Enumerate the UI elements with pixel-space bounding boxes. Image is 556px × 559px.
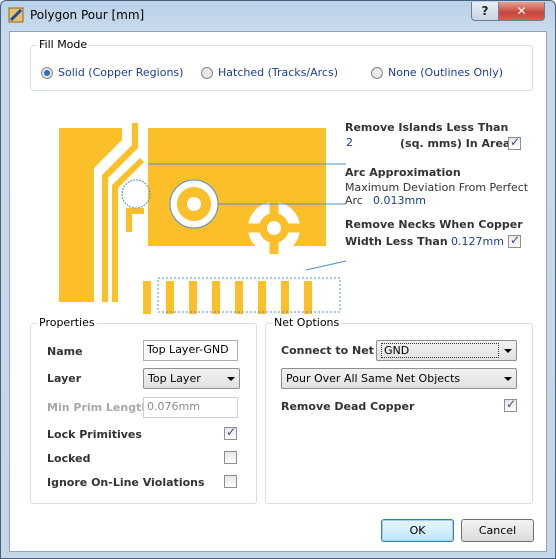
radio-solid-label: Solid (Copper Regions) [58,66,184,79]
connect-to-net-value: GND [381,343,499,358]
dialog-window: Polygon Pour [mm] ? ✕ Fill Mode Solid (C… [0,0,556,559]
connect-to-net-label: Connect to Net [281,344,374,357]
min-prim-label: Min Prim Length [47,401,150,414]
min-prim-input[interactable]: 0.076mm [143,397,238,418]
title-bar[interactable]: Polygon Pour [mm] ? ✕ [1,1,555,31]
pour-over-value: Pour Over All Same Net Objects [286,372,461,385]
ignore-violations-checkbox[interactable] [224,475,237,488]
ok-button[interactable]: OK [381,519,454,542]
diagonal-track-3 [126,208,144,232]
fill-mode-title: Fill Mode [37,38,90,51]
lock-primitives-label: Lock Primitives [47,428,142,441]
locked-label: Locked [47,452,91,465]
net-options-title: Net Options [272,316,342,329]
polygon-pour-diagram [59,123,346,314]
close-button[interactable]: ✕ [498,2,545,21]
layer-select-value: Top Layer [148,372,201,385]
remove-islands-checkbox[interactable] [508,135,521,150]
layer-select[interactable]: Top Layer [143,368,240,389]
arc-approx-desc-2: Arc [345,194,363,207]
radio-hatched-indicator[interactable] [201,66,213,79]
remove-dead-copper-checkbox[interactable] [504,397,517,412]
ignore-violations-label: Ignore On-Line Violations [47,476,205,489]
properties-title: Properties [37,316,97,329]
thermal-hole [267,221,281,235]
radio-hatched[interactable]: Hatched (Tracks/Arcs) [201,66,338,79]
name-label: Name [47,345,83,358]
remove-islands-value[interactable]: 2 [346,136,353,149]
island-indicator [121,179,151,209]
window-title: Polygon Pour [mm] [30,8,145,22]
fill-mode-group: Fill Mode Solid (Copper Regions) Hatched… [30,38,533,91]
help-button[interactable]: ? [471,2,499,21]
pin-row [143,281,312,314]
radio-none-label: None (Outlines Only) [388,66,503,79]
dialog-content: Fill Mode Solid (Copper Regions) Hatched… [9,31,547,552]
radio-none-indicator[interactable] [371,66,383,79]
radio-hatched-label: Hatched (Tracks/Arcs) [218,66,338,79]
remove-islands-label-2: (sq. mms) In Area [400,137,511,150]
remove-necks-label-2: Width Less Than [345,235,448,248]
remove-dead-copper-label: Remove Dead Copper [281,400,415,413]
layer-label: Layer [47,372,82,385]
lock-primitives-checkbox[interactable] [224,425,237,440]
chevron-down-icon [504,349,512,353]
name-input[interactable]: Top Layer-GND [143,340,238,361]
arc-approx-value[interactable]: 0.013mm [373,194,426,207]
connect-to-net-select[interactable]: GND [376,340,517,361]
remove-islands-label-1: Remove Islands Less Than [345,121,509,134]
pointer-necks [305,260,346,271]
remove-necks-value[interactable]: 0.127mm [451,235,504,248]
chevron-down-icon [504,377,512,381]
arc-approx-label: Arc Approximation [345,166,461,179]
radio-none[interactable]: None (Outlines Only) [371,66,503,79]
radio-solid-indicator[interactable] [41,66,53,79]
locked-checkbox[interactable] [224,451,237,464]
cancel-button[interactable]: Cancel [461,519,534,542]
remove-necks-checkbox[interactable] [508,233,521,248]
pour-over-select[interactable]: Pour Over All Same Net Objects [281,368,517,389]
neck-area [157,277,341,313]
arc-approx-desc-1: Maximum Deviation From Perfect [345,181,529,194]
remove-necks-label-1: Remove Necks When Copper [345,218,523,231]
chevron-down-icon [227,377,235,381]
pcb-app-icon [8,7,24,23]
radio-solid[interactable]: Solid (Copper Regions) [41,66,183,79]
pad-hole [187,197,201,211]
